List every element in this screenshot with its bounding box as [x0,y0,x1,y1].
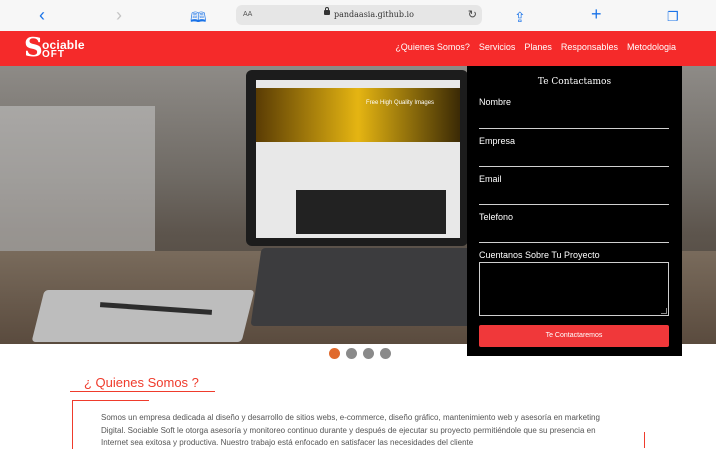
sociable-soft-logo[interactable]: S ociable OFT [24,33,96,64]
screen-banner-text: Free High Quality Images [366,100,435,106]
carousel-dot-2[interactable] [346,348,357,359]
reload-icon[interactable]: ↻ [468,8,477,21]
email-field[interactable] [479,204,669,205]
new-tab-icon[interactable]: + [591,5,602,23]
submit-button[interactable]: Te Contactaremos [479,325,669,347]
telefono-field[interactable] [479,242,669,243]
telefono-label: Telefono [479,212,514,222]
logo-line-2: OFT [42,49,65,60]
drawing-tablet [31,290,255,342]
proyecto-label: Cuentanos Sobre Tu Proyecto [479,250,600,260]
proyecto-textarea[interactable] [479,262,669,316]
site-header: S ociable OFT ¿Quienes Somos? Servicios … [0,31,716,66]
nombre-field[interactable] [479,128,669,129]
browser-toolbar: ‹ › 🕮 AA pandaasia.github.io ↻ ⇪ + ❐ [0,0,716,32]
contact-form: Te Contactamos Nombre Empresa Email Tele… [467,66,682,356]
lock-icon [324,7,330,15]
bookmarks-icon[interactable]: 🕮 [190,8,207,26]
window-light [0,106,155,256]
forward-icon[interactable]: › [116,6,122,24]
main-menu: ¿Quienes Somos? Servicios Planes Respons… [395,42,676,52]
carousel-dot-3[interactable] [363,348,374,359]
url-host: pandaasia.github.io [334,10,414,19]
decorative-line [644,432,645,448]
laptop-screen: Free High Quality Images [246,70,468,246]
menu-item-metodologia[interactable]: Metodologia [627,42,676,52]
tabs-icon[interactable]: ❐ [667,8,679,26]
carousel-dot-4[interactable] [380,348,391,359]
address-bar[interactable]: AA pandaasia.github.io ↻ [236,5,482,25]
share-icon[interactable]: ⇪ [514,8,526,26]
email-label: Email [479,174,502,184]
contact-form-title: Te Contactamos [537,77,612,87]
menu-item-servicios[interactable]: Servicios [479,42,516,52]
menu-item-planes[interactable]: Planes [524,42,552,52]
carousel-dot-1[interactable] [329,348,340,359]
about-heading: ¿ Quienes Somos ? [84,375,199,390]
empresa-field[interactable] [479,166,669,167]
heading-underline [70,391,215,392]
text-size-button[interactable]: AA [243,11,252,18]
empresa-label: Empresa [479,136,516,146]
nombre-label: Nombre [479,97,512,107]
menu-item-quienes-somos[interactable]: ¿Quienes Somos? [395,42,470,52]
about-paragraph: Somos un empresa dedicada al diseño y de… [101,413,600,447]
carousel-indicators [329,348,391,359]
back-icon[interactable]: ‹ [39,6,45,24]
logo-letter: S [24,33,43,63]
menu-item-responsables[interactable]: Responsables [561,42,618,52]
screen-thumbnails [296,190,446,234]
